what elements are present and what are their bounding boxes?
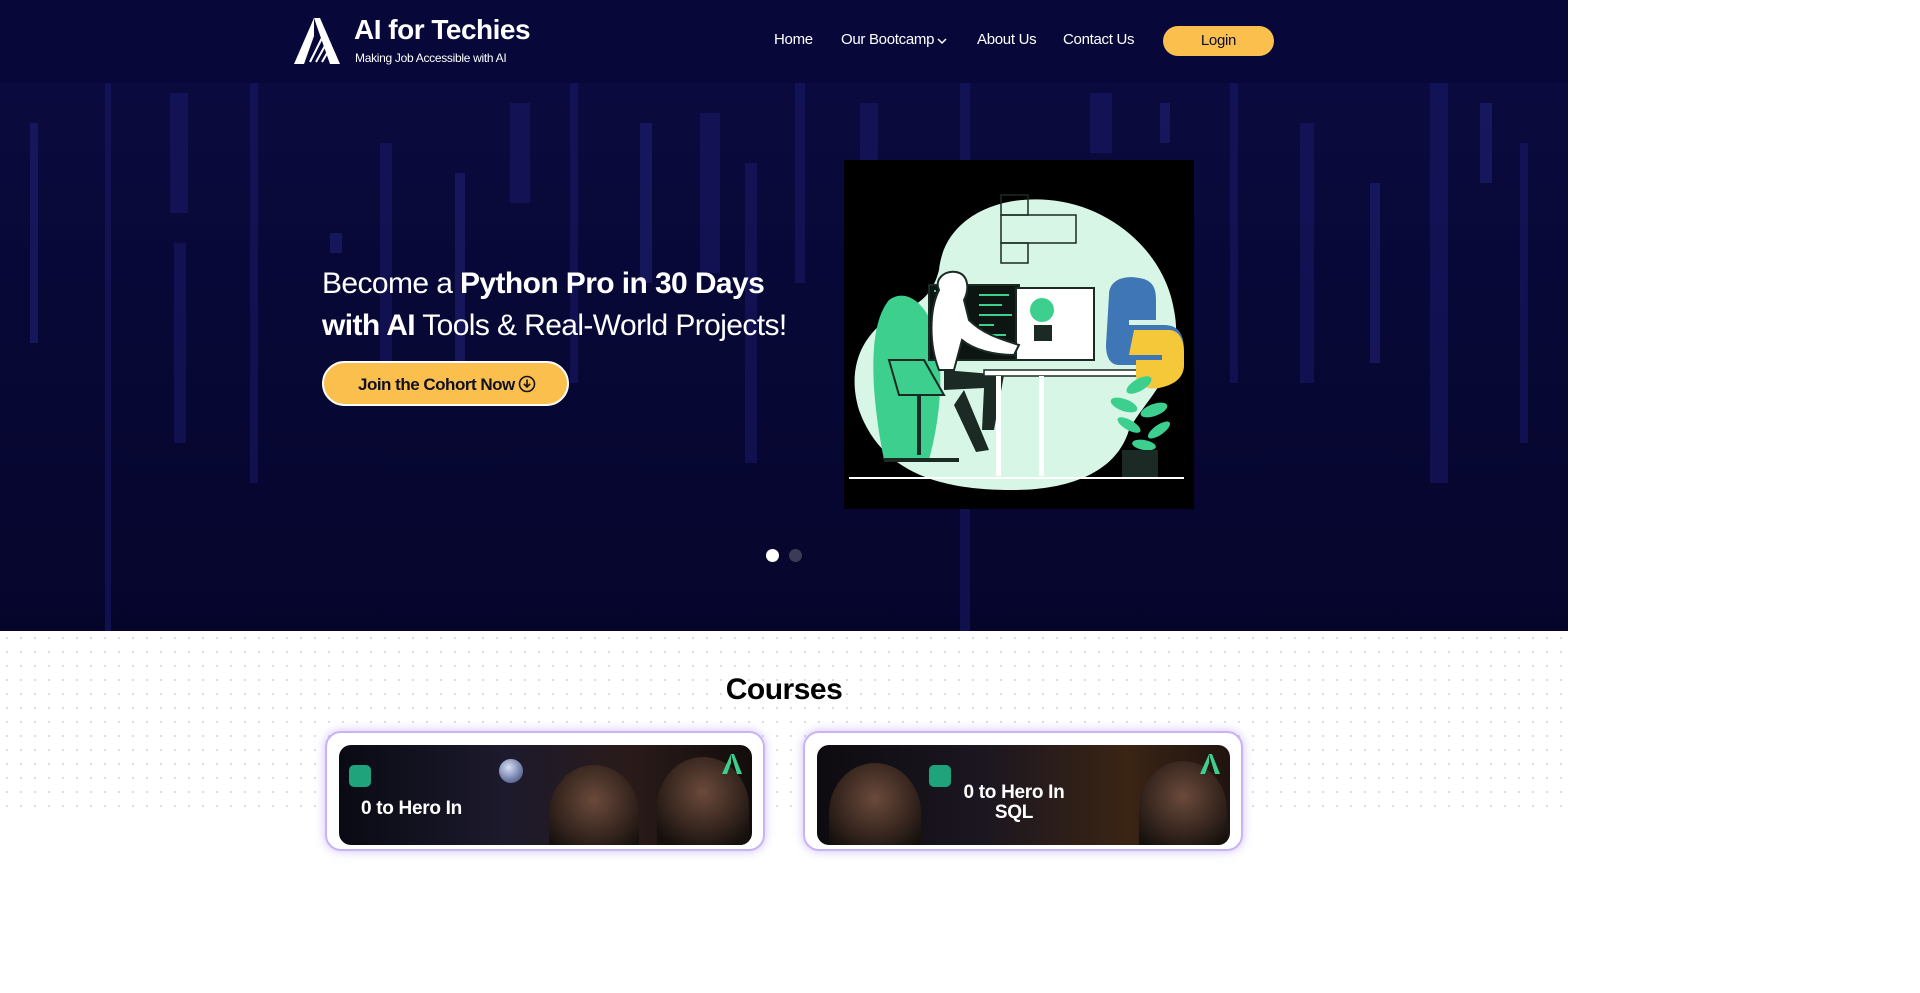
- join-cohort-button[interactable]: Join the Cohort Now: [322, 361, 569, 406]
- instructor-photo: [549, 765, 639, 845]
- hero-carousel: Become a Python Pro in 30 Days with AI T…: [0, 83, 1568, 631]
- instructor-photo: [829, 763, 921, 845]
- login-button[interactable]: Login: [1163, 26, 1274, 56]
- course-thumbnail[interactable]: 0 to Hero In: [339, 745, 752, 845]
- course-thumbnail[interactable]: 0 to Hero In SQL: [817, 745, 1230, 845]
- join-cohort-label: Join the Cohort Now: [358, 375, 515, 394]
- hero-title-part2: Tools & Real-World Projects!: [415, 309, 787, 342]
- course-title: 0 to Hero In: [361, 798, 462, 819]
- course-card[interactable]: 0 to Hero In: [325, 731, 765, 851]
- courses-title: Courses: [725, 673, 843, 706]
- nav-home[interactable]: Home: [774, 31, 813, 48]
- nav-our-bootcamp[interactable]: Our Bootcamp: [841, 31, 934, 48]
- brand-title[interactable]: AI for Techies: [354, 14, 531, 46]
- logo-icon: [1200, 754, 1220, 774]
- brand-tagline: Making Job Accessible with AI: [355, 51, 507, 65]
- logo-icon: [722, 754, 742, 774]
- openai-icon: [349, 765, 371, 787]
- hero-title: Become a Python Pro in 30 Days with AI T…: [322, 263, 792, 347]
- chevron-down-icon[interactable]: [937, 36, 947, 46]
- carousel-dot-1[interactable]: [766, 549, 779, 562]
- course-card[interactable]: 0 to Hero In SQL: [803, 731, 1243, 851]
- nav-about-us[interactable]: About Us: [977, 31, 1037, 48]
- python-developer-illustration: [844, 160, 1194, 509]
- courses-section: Courses 0 to Hero In 0 to Hero In SQL: [0, 631, 1568, 851]
- hero-title-part1: Become a: [322, 267, 461, 300]
- openai-icon: [929, 765, 951, 787]
- carousel-dot-2[interactable]: [789, 549, 802, 562]
- logo-icon[interactable]: [292, 16, 342, 66]
- nav-contact-us[interactable]: Contact Us: [1063, 31, 1135, 48]
- site-header: AI for Techies Making Job Accessible wit…: [0, 0, 1568, 83]
- hero-background: [0, 83, 1568, 631]
- course-title: 0 to Hero In SQL: [963, 782, 1065, 823]
- download-circle-icon: [518, 375, 536, 393]
- orb-icon: [499, 759, 523, 783]
